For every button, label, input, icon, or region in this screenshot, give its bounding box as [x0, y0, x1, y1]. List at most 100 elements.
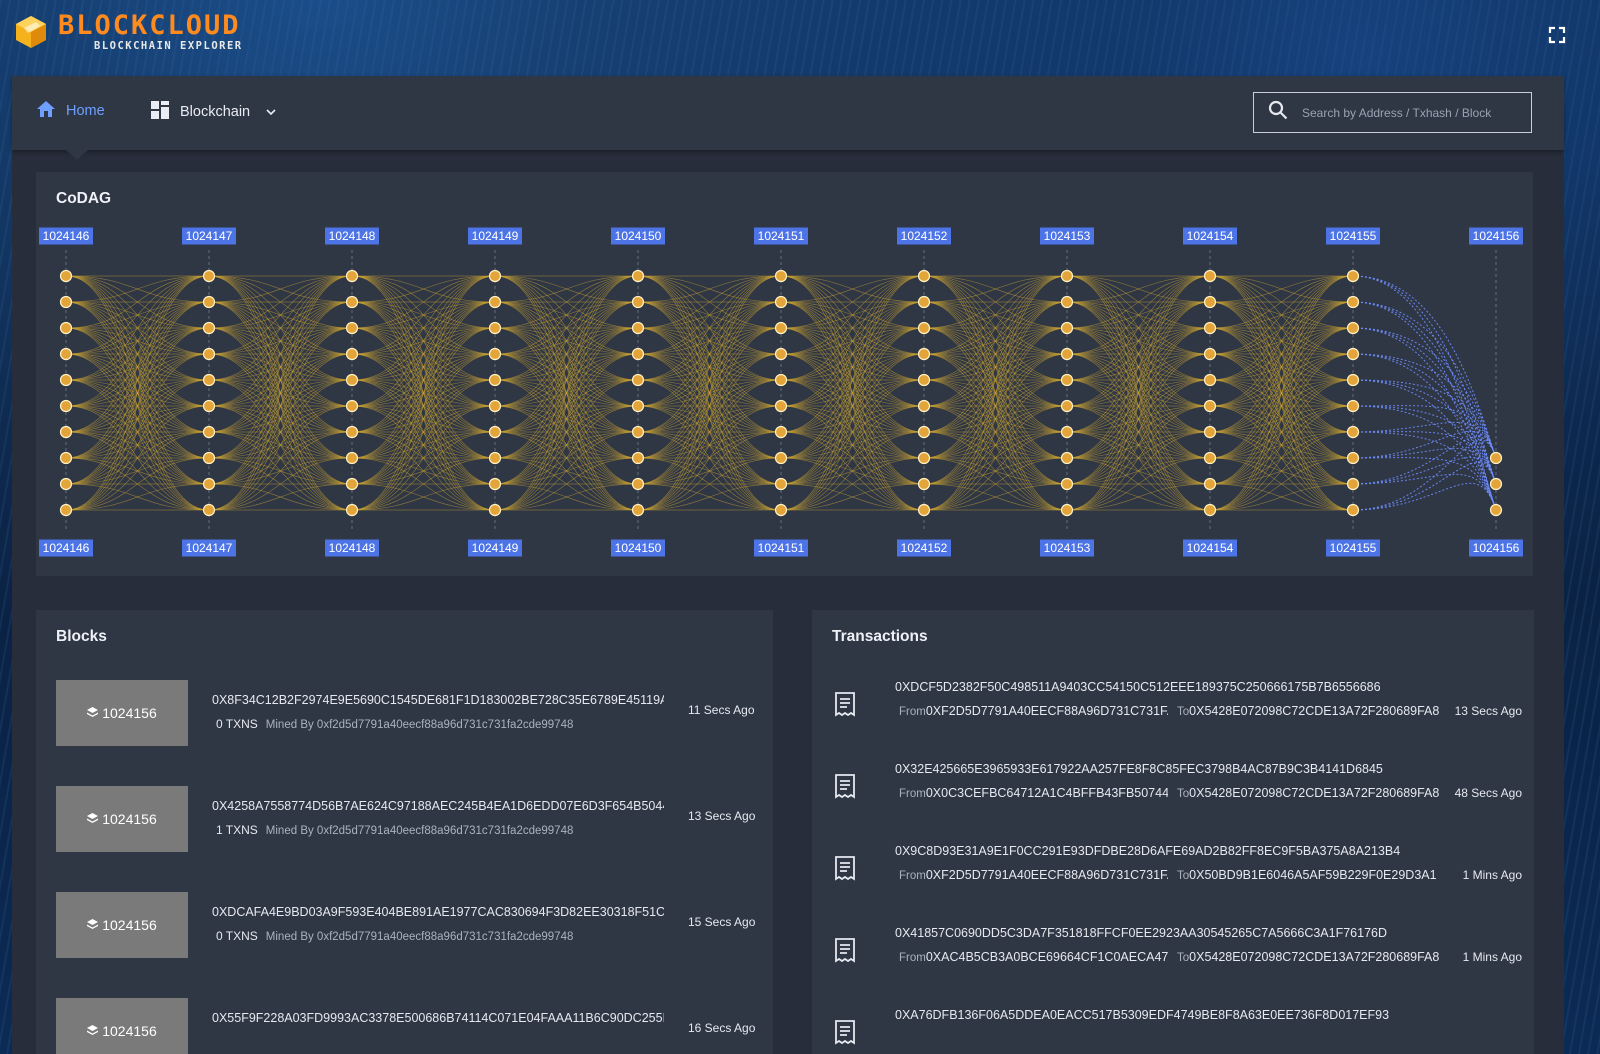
codag-node[interactable]	[631, 399, 645, 413]
codag-node[interactable]	[1346, 321, 1360, 335]
codag-block-label[interactable]: 1024148	[329, 229, 376, 243]
codag-node[interactable]	[774, 347, 788, 361]
codag-node[interactable]	[774, 503, 788, 517]
codag-node[interactable]	[1060, 347, 1074, 361]
codag-node[interactable]	[1060, 399, 1074, 413]
codag-node[interactable]	[345, 295, 359, 309]
block-hash-link[interactable]: 0XDCAFA4E9BD03A9F593E404BE891AE1977CAC83…	[212, 905, 664, 919]
block-hash-link[interactable]: 0X55F9F228A03FD9993AC3378E500686B74114C0…	[212, 1011, 664, 1025]
codag-node[interactable]	[1060, 451, 1074, 465]
codag-node[interactable]	[202, 399, 216, 413]
codag-node[interactable]	[488, 321, 502, 335]
codag-node[interactable]	[59, 503, 73, 517]
tx-from-address[interactable]: 0XAC4B5CB3A0BCE69664CF1C0AECA478	[926, 950, 1168, 964]
transaction-row[interactable]: 0X32E425665E3965933E617922AA257FE8F8C85F…	[832, 762, 1522, 822]
codag-node[interactable]	[1203, 451, 1217, 465]
codag-node[interactable]	[1060, 321, 1074, 335]
tx-from-address[interactable]: 0X0C3CEFBC64712A1C4BFFB43FB507442	[926, 786, 1168, 800]
transaction-row[interactable]: 0X9C8D93E31A9E1F0CC291E93DFDBE28D6AFE69A…	[832, 844, 1522, 904]
codag-node[interactable]	[488, 451, 502, 465]
codag-node[interactable]	[59, 347, 73, 361]
codag-node[interactable]	[917, 295, 931, 309]
codag-node[interactable]	[488, 295, 502, 309]
codag-node[interactable]	[1346, 373, 1360, 387]
transaction-row[interactable]: 0XA76DFB136F06A5DDEA0EACC517B5309EDF4749…	[832, 1008, 1522, 1054]
codag-node[interactable]	[917, 269, 931, 283]
codag-block-label[interactable]: 1024155	[1330, 541, 1377, 555]
codag-node[interactable]	[59, 373, 73, 387]
codag-block-label[interactable]: 1024150	[615, 229, 662, 243]
fullscreen-icon[interactable]	[1548, 26, 1566, 44]
block-row[interactable]: 1024156 0X8F34C12B2F2974E9E5690C1545DE68…	[56, 680, 756, 746]
codag-node[interactable]	[345, 347, 359, 361]
codag-node[interactable]	[59, 321, 73, 335]
tx-from-address[interactable]: 0XF2D5D7791A40EECF88A96D731C731FA2CDE997…	[926, 868, 1168, 882]
codag-node[interactable]	[1203, 503, 1217, 517]
block-row[interactable]: 1024156 0XDCAFA4E9BD03A9F593E404BE891AE1…	[56, 892, 756, 958]
tx-hash-link[interactable]: 0X41857C0690DD5C3DA7F351818FFCF0EE2923AA…	[895, 926, 1387, 940]
codag-node[interactable]	[59, 399, 73, 413]
codag-node[interactable]	[59, 451, 73, 465]
codag-node[interactable]	[631, 451, 645, 465]
codag-node[interactable]	[631, 295, 645, 309]
codag-block-label[interactable]: 1024147	[186, 541, 233, 555]
codag-node[interactable]	[1346, 269, 1360, 283]
codag-node[interactable]	[1489, 503, 1503, 517]
codag-node[interactable]	[631, 321, 645, 335]
block-row[interactable]: 1024156 0X55F9F228A03FD9993AC3378E500686…	[56, 998, 756, 1054]
codag-node[interactable]	[631, 425, 645, 439]
transaction-row[interactable]: 0X41857C0690DD5C3DA7F351818FFCF0EE2923AA…	[832, 926, 1522, 986]
codag-node[interactable]	[917, 321, 931, 335]
codag-node[interactable]	[345, 451, 359, 465]
block-hash-link[interactable]: 0X4258A7558774D56B7AE624C97188AEC245B4EA…	[212, 799, 664, 813]
block-number-badge[interactable]: 1024156	[56, 892, 188, 958]
tx-hash-link[interactable]: 0XDCF5D2382F50C498511A9403CC54150C512EEE…	[895, 680, 1381, 694]
codag-node[interactable]	[917, 503, 931, 517]
codag-node[interactable]	[202, 295, 216, 309]
tx-to-address[interactable]: 0X50BD9B1E6046A5AF59B229F0E29D3A1	[1189, 868, 1436, 882]
codag-node[interactable]	[345, 425, 359, 439]
codag-node[interactable]	[1203, 347, 1217, 361]
tx-from-address[interactable]: 0XF2D5D7791A40EECF88A96D731C731FA2CDE997…	[926, 704, 1168, 718]
codag-node[interactable]	[345, 373, 359, 387]
codag-node[interactable]	[1203, 269, 1217, 283]
codag-node[interactable]	[488, 347, 502, 361]
codag-node[interactable]	[774, 425, 788, 439]
codag-node[interactable]	[917, 451, 931, 465]
tx-hash-link[interactable]: 0X9C8D93E31A9E1F0CC291E93DFDBE28D6AFE69A…	[895, 844, 1400, 858]
codag-node[interactable]	[488, 503, 502, 517]
codag-node[interactable]	[202, 347, 216, 361]
codag-node[interactable]	[345, 477, 359, 491]
nav-blockchain-dropdown[interactable]: Blockchain	[150, 100, 276, 124]
codag-node[interactable]	[1203, 477, 1217, 491]
codag-block-label[interactable]: 1024156	[1473, 229, 1520, 243]
codag-node[interactable]	[1489, 451, 1503, 465]
codag-node[interactable]	[774, 269, 788, 283]
codag-block-label[interactable]: 1024151	[758, 541, 805, 555]
block-number-badge[interactable]: 1024156	[56, 998, 188, 1054]
codag-node[interactable]	[631, 373, 645, 387]
codag-node[interactable]	[774, 321, 788, 335]
codag-node[interactable]	[1346, 347, 1360, 361]
codag-node[interactable]	[1346, 477, 1360, 491]
codag-node[interactable]	[917, 399, 931, 413]
block-row[interactable]: 1024156 0X4258A7558774D56B7AE624C97188AE…	[56, 786, 756, 852]
codag-node[interactable]	[774, 399, 788, 413]
codag-block-label[interactable]: 1024147	[186, 229, 233, 243]
codag-block-label[interactable]: 1024156	[1473, 541, 1520, 555]
codag-node[interactable]	[1060, 295, 1074, 309]
codag-node[interactable]	[202, 321, 216, 335]
block-number-badge[interactable]: 1024156	[56, 680, 188, 746]
tx-to-address[interactable]: 0X5428E072098C72CDE13A72F280689FA8	[1189, 786, 1439, 800]
codag-node[interactable]	[59, 425, 73, 439]
codag-node[interactable]	[1060, 477, 1074, 491]
codag-node[interactable]	[345, 321, 359, 335]
codag-node[interactable]	[917, 347, 931, 361]
codag-node[interactable]	[1060, 425, 1074, 439]
codag-node[interactable]	[202, 373, 216, 387]
codag-node[interactable]	[631, 477, 645, 491]
block-hash-link[interactable]: 0X8F34C12B2F2974E9E5690C1545DE681F1D1830…	[212, 693, 664, 707]
codag-node[interactable]	[631, 269, 645, 283]
codag-node[interactable]	[774, 477, 788, 491]
codag-node[interactable]	[774, 295, 788, 309]
